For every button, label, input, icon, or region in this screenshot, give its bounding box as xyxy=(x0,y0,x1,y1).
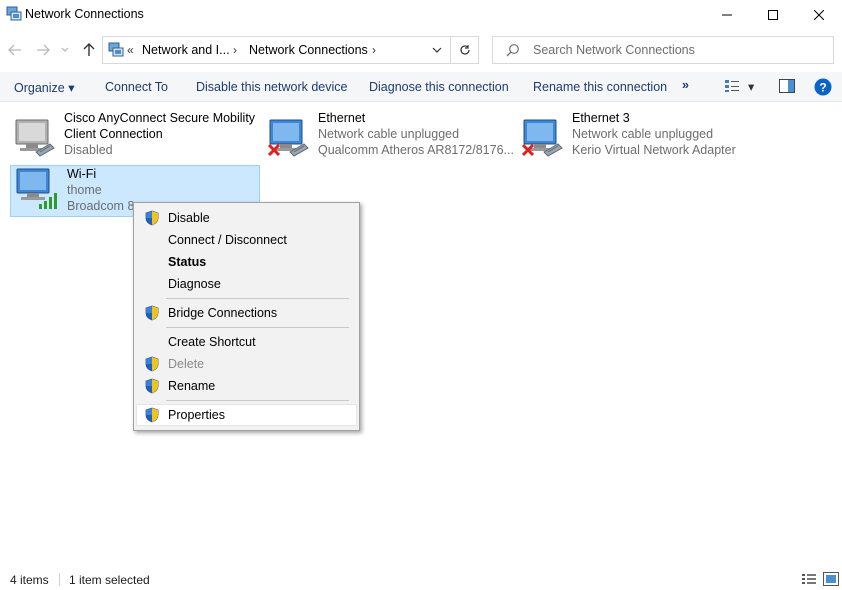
breadcrumb-separator-icon: › xyxy=(233,43,237,57)
minimize-button[interactable] xyxy=(704,0,750,30)
back-button[interactable] xyxy=(6,40,24,60)
rename-connection-button[interactable]: Rename this connection xyxy=(533,80,667,94)
command-bar: Organize ▾ Connect To Disable this netwo… xyxy=(0,72,842,102)
menu-separator xyxy=(166,327,349,328)
connection-device: Kerio Virtual Network Adapter xyxy=(572,143,736,157)
menu-item-label: Diagnose xyxy=(168,277,221,291)
menu-item-connect-disconnect[interactable]: Connect / Disconnect xyxy=(136,229,357,251)
connection-status: Network cable unplugged xyxy=(572,127,714,141)
refresh-button[interactable] xyxy=(451,36,479,64)
connection-status: Disabled xyxy=(64,143,113,157)
window-title: Network Connections xyxy=(25,7,144,21)
menu-item-label: Disable xyxy=(168,211,210,225)
arrow-up-icon xyxy=(83,43,95,56)
minimize-icon xyxy=(722,14,732,16)
menu-item-create-shortcut[interactable]: Create Shortcut xyxy=(136,331,357,353)
network-connections-icon xyxy=(6,6,22,21)
menu-item-properties[interactable]: Properties xyxy=(136,404,357,426)
disable-device-button[interactable]: Disable this network device xyxy=(196,80,347,94)
close-icon xyxy=(814,10,824,20)
menu-item-label: Bridge Connections xyxy=(168,306,278,320)
help-icon[interactable]: ? xyxy=(814,78,832,96)
chevron-down-icon[interactable] xyxy=(432,43,442,57)
connection-device: Qualcomm Atheros AR8172/8176... xyxy=(318,143,514,157)
search-placeholder: Search Network Connections xyxy=(533,43,695,57)
svg-text:?: ? xyxy=(819,81,826,95)
signal-strength-icon xyxy=(39,193,57,209)
menu-item-label: Rename xyxy=(168,379,216,393)
connection-name-continued: Client Connection xyxy=(64,127,163,141)
uac-shield-icon xyxy=(145,378,159,394)
chevron-down-icon: ▾ xyxy=(68,81,75,95)
address-bar[interactable]: « Network and I... › Network Connections… xyxy=(102,36,451,64)
menu-item-delete[interactable]: Delete xyxy=(136,353,357,375)
menu-separator xyxy=(166,298,349,299)
selection-count: 1 item selected xyxy=(69,573,150,587)
network-adapter-icon xyxy=(15,119,55,157)
menu-item-label: Connect / Disconnect xyxy=(168,233,287,247)
status-separator xyxy=(59,573,60,586)
uac-shield-icon xyxy=(145,305,159,321)
organize-menu[interactable]: Organize ▾ xyxy=(14,80,75,95)
connection-item-cisco-anyconnect[interactable]: Cisco AnyConnect Secure Mobility Client … xyxy=(8,110,258,162)
close-button[interactable] xyxy=(796,0,842,30)
search-icon xyxy=(506,44,519,57)
change-view-icon[interactable] xyxy=(724,79,740,93)
more-commands-button[interactable]: » xyxy=(682,78,689,92)
large-icons-view-icon[interactable] xyxy=(823,572,839,586)
refresh-icon xyxy=(459,45,470,55)
recent-locations-button[interactable] xyxy=(59,40,71,60)
error-x-icon xyxy=(267,143,281,157)
menu-item-status[interactable]: Status xyxy=(136,251,357,273)
connection-name: Wi-Fi xyxy=(67,167,97,181)
breadcrumb-network-and-internet[interactable]: Network and I... xyxy=(142,43,230,57)
menu-item-label: Delete xyxy=(168,357,205,371)
status-bar: 4 items 1 item selected xyxy=(0,568,842,590)
uac-shield-icon xyxy=(145,356,159,372)
diagnose-connection-button[interactable]: Diagnose this connection xyxy=(369,80,509,94)
forward-button[interactable] xyxy=(34,40,52,60)
connection-name: Ethernet 3 xyxy=(572,111,630,125)
breadcrumb-overflow[interactable]: « xyxy=(127,43,134,57)
connection-status: Network cable unplugged xyxy=(318,127,460,141)
uac-shield-icon xyxy=(145,407,159,423)
menu-item-rename[interactable]: Rename xyxy=(136,375,357,397)
menu-item-diagnose[interactable]: Diagnose xyxy=(136,273,357,295)
maximize-button[interactable] xyxy=(750,0,796,30)
context-menu: Disable Connect / Disconnect Status Diag… xyxy=(133,202,360,431)
connection-name: Cisco AnyConnect Secure Mobility xyxy=(64,111,256,125)
uac-shield-icon xyxy=(145,210,159,226)
menu-item-disable[interactable]: Disable xyxy=(136,207,357,229)
error-x-icon xyxy=(521,143,535,157)
menu-item-bridge-connections[interactable]: Bridge Connections xyxy=(136,302,357,324)
connection-device: Broadcom 8 xyxy=(67,199,135,213)
connect-to-button[interactable]: Connect To xyxy=(105,80,168,94)
arrow-left-icon xyxy=(8,44,21,56)
title-bar: Network Connections xyxy=(0,0,842,30)
arrow-right-icon xyxy=(37,44,50,56)
search-box[interactable]: Search Network Connections xyxy=(492,36,834,64)
connection-item-ethernet-3[interactable]: Ethernet 3 Network cable unplugged Kerio… xyxy=(516,110,766,162)
breadcrumb-network-connections[interactable]: Network Connections xyxy=(249,43,368,57)
menu-separator xyxy=(166,400,349,401)
preview-pane-icon[interactable] xyxy=(779,79,795,93)
menu-item-label: Properties xyxy=(168,408,225,422)
menu-item-label: Create Shortcut xyxy=(168,335,256,349)
view-options-chevron-icon[interactable]: ▾ xyxy=(748,79,754,94)
chevron-down-icon xyxy=(61,47,69,52)
connection-item-ethernet[interactable]: Ethernet Network cable unplugged Qualcom… xyxy=(262,110,514,162)
items-count: 4 items xyxy=(10,573,49,587)
details-view-icon[interactable] xyxy=(801,572,817,586)
network-connections-icon xyxy=(108,42,124,57)
menu-item-label: Status xyxy=(168,255,207,269)
breadcrumb-separator-icon: › xyxy=(372,43,376,57)
maximize-icon xyxy=(768,10,778,20)
connection-name: Ethernet xyxy=(318,111,366,125)
up-button[interactable] xyxy=(80,40,98,60)
connection-status: thome xyxy=(67,183,102,197)
